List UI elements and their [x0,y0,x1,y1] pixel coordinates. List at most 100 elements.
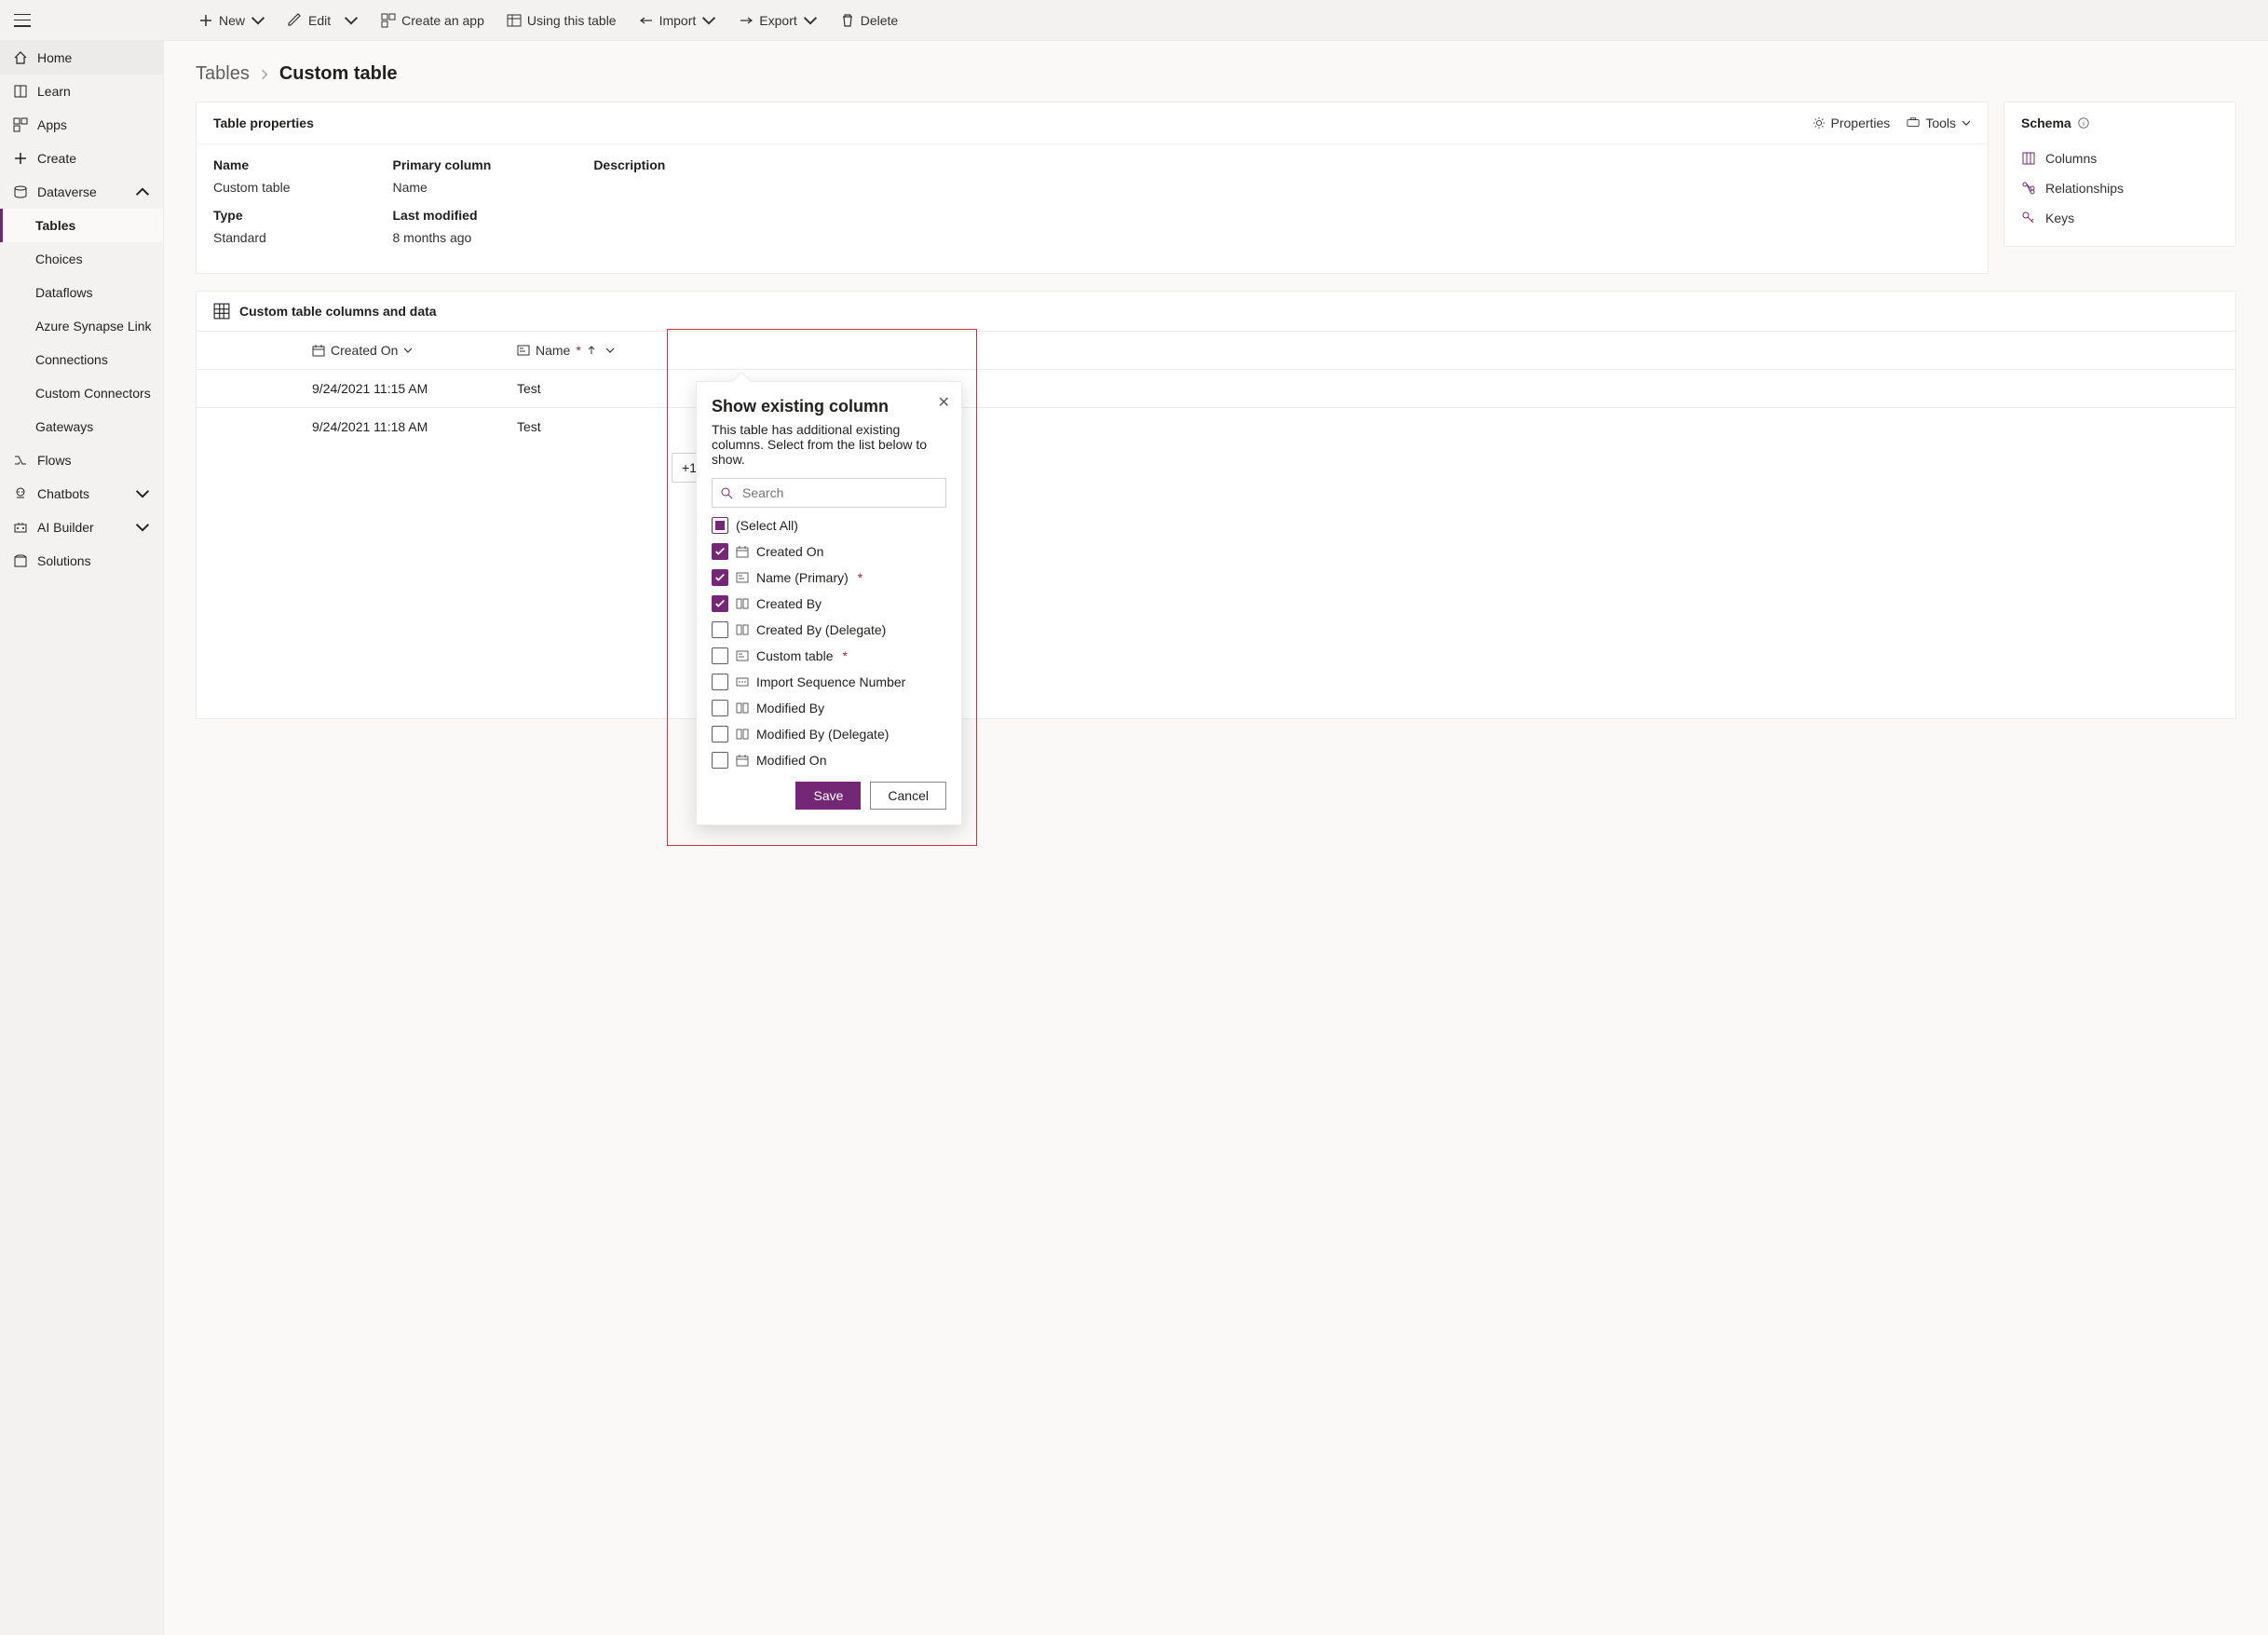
new-button[interactable]: New [189,7,275,34]
grid-icon [213,303,230,320]
select-all-row[interactable]: (Select All) [712,517,943,534]
checkbox[interactable] [712,674,728,690]
nav-home-label: Home [37,50,72,65]
column-option-label: Import Sequence Number [756,674,905,689]
sidebar-item-gateways[interactable]: Gateways [0,410,163,443]
sidebar-item-dataflows[interactable]: Dataflows [0,276,163,309]
export-icon [739,13,754,28]
import-button[interactable]: Import [630,7,727,34]
properties-button[interactable]: Properties [1813,116,1891,130]
sidebar-item-custom-connectors[interactable]: Custom Connectors [0,376,163,410]
info-icon [2077,116,2090,129]
cancel-button[interactable]: Cancel [870,782,946,810]
save-button[interactable]: Save [795,782,861,810]
database-icon [13,184,28,199]
column-header-created-on[interactable]: Created On [303,332,508,369]
type-icon [736,675,749,688]
checkbox[interactable] [712,621,728,638]
breadcrumb-current: Custom table [279,63,398,85]
column-option-label: Created On [756,544,823,559]
sidebar-item-apps[interactable]: Apps [0,108,163,142]
close-button[interactable]: ✕ [938,393,950,412]
chevron-down-icon [403,346,413,355]
show-existing-column-popup: ✕ Show existing column This table has ad… [696,381,962,825]
sidebar-item-flows[interactable]: Flows [0,443,163,477]
nav-create-label: Create [37,151,76,166]
content-area: Tables Custom table Table properties Pro… [164,41,2268,1635]
checkbox[interactable] [712,595,728,612]
import-label: Import [659,13,697,28]
tools-button[interactable]: Tools [1907,116,1971,130]
type-icon [736,623,749,636]
schema-title: Schema [2021,116,2071,130]
search-icon [720,486,733,499]
sidebar-item-learn[interactable]: Learn [0,75,163,108]
schema-columns[interactable]: Columns [2021,143,2219,173]
relationships-icon [2021,181,2036,196]
using-table-button[interactable]: Using this table [497,7,626,34]
sidebar-item-tables[interactable]: Tables [0,209,163,242]
column-option[interactable]: Created By (Delegate) [712,621,943,638]
hamburger-icon [14,14,31,27]
sidebar-item-create[interactable]: Create [0,142,163,175]
data-table: Created On Name * 9/24/2021 11:15 AM Tes… [197,331,2235,445]
chevron-down-icon [251,13,265,28]
columns-icon [2021,151,2036,166]
chevron-down-icon [803,13,818,28]
column-option[interactable]: Created On [712,543,943,560]
schema-keys[interactable]: Keys [2021,203,2219,233]
export-button[interactable]: Export [729,7,826,34]
column-option[interactable]: Name (Primary)* [712,569,943,586]
label-primary: Primary column [392,157,491,172]
hamburger-button[interactable] [0,0,45,40]
table-icon [507,13,522,28]
popup-title: Show existing column [712,397,946,416]
chevron-down-icon [1962,118,1971,128]
plus-icon [198,13,213,28]
column-option[interactable]: Modified On [712,752,943,769]
search-input[interactable] [740,484,938,501]
checkbox[interactable] [712,700,728,716]
nav-learn-label: Learn [37,84,71,99]
checkbox[interactable] [712,647,728,664]
column-option[interactable]: Modified By (Delegate) [712,726,943,743]
column-header-name[interactable]: Name * [508,332,713,369]
breadcrumb: Tables Custom table [196,63,2236,85]
sidebar-item-chatbots[interactable]: Chatbots [0,477,163,511]
nav-apps-label: Apps [37,117,67,132]
type-icon [736,728,749,741]
sidebar-item-choices[interactable]: Choices [0,242,163,276]
create-app-label: Create an app [401,13,484,28]
breadcrumb-root[interactable]: Tables [196,63,250,85]
create-app-button[interactable]: Create an app [372,7,494,34]
edit-button[interactable]: Edit [278,7,368,34]
checkbox[interactable] [712,752,728,769]
checkbox[interactable] [712,543,728,560]
delete-icon [840,13,855,28]
column-option[interactable]: Modified By [712,700,943,716]
plus-icon [13,151,28,166]
sidebar-item-synapse[interactable]: Azure Synapse Link [0,309,163,343]
delete-button[interactable]: Delete [831,7,907,34]
column-list: (Select All) Created On Name (Primary)* … [712,517,946,769]
sidebar-item-home[interactable]: Home [0,41,163,75]
solutions-icon [13,553,28,568]
schema-relationships[interactable]: Relationships [2021,173,2219,203]
sidebar-item-solutions[interactable]: Solutions [0,544,163,578]
column-option[interactable]: Created By [712,595,943,612]
export-label: Export [759,13,796,28]
table-row[interactable]: 9/24/2021 11:15 AM Test [197,369,2235,407]
sidebar-item-connections[interactable]: Connections [0,343,163,376]
checkbox-indeterminate[interactable] [712,517,728,534]
column-option[interactable]: Custom table* [712,647,943,664]
checkbox[interactable] [712,726,728,743]
search-field[interactable] [712,478,946,508]
flow-icon [13,453,28,468]
table-row[interactable]: 9/24/2021 11:18 AM Test [197,407,2235,445]
sidebar-item-ai-builder[interactable]: AI Builder [0,511,163,544]
column-option[interactable]: Import Sequence Number [712,674,943,690]
checkbox[interactable] [712,569,728,586]
sidebar-item-dataverse[interactable]: Dataverse [0,175,163,209]
chevron-up-icon [135,184,150,199]
cell-name: Test [508,408,713,445]
